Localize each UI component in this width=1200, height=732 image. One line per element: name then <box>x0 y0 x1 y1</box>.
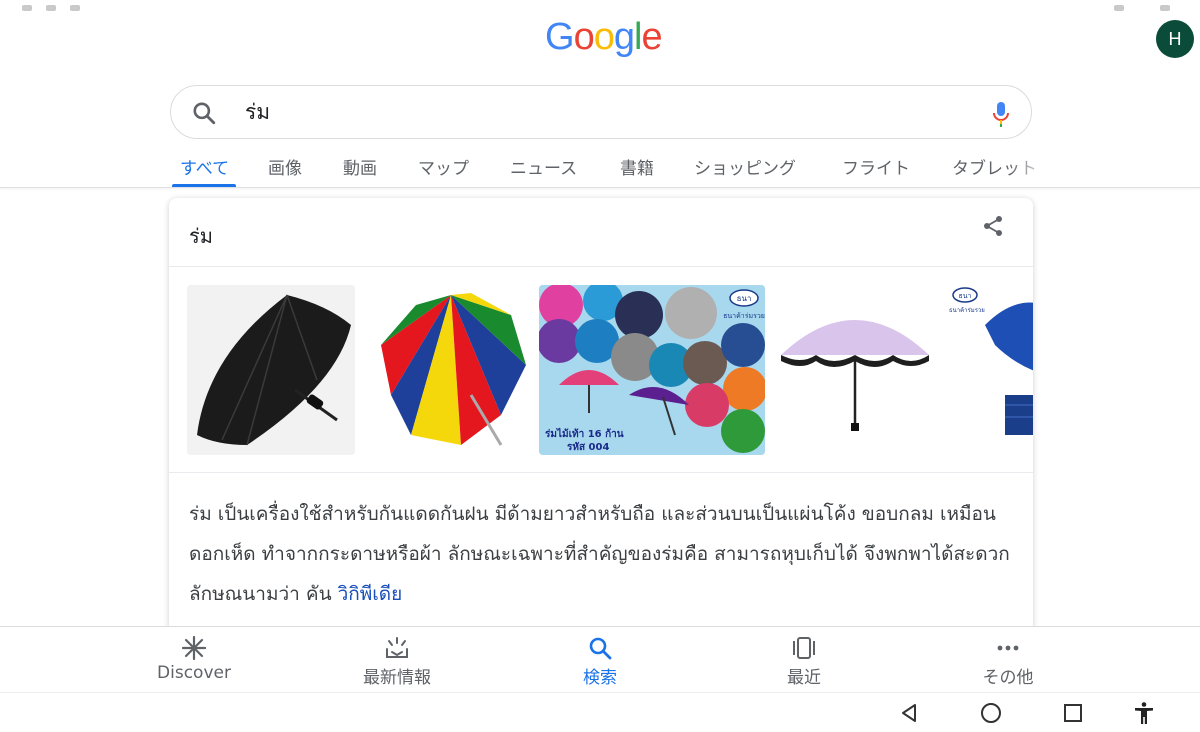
nav-updates[interactable]: 最新情報 <box>327 635 467 688</box>
wikipedia-source-link[interactable]: วิกิพีเดีย <box>338 583 403 605</box>
tabs-fade-overlay <box>1010 142 1050 186</box>
black-umbrella-image <box>187 285 355 455</box>
knowledge-panel-card: ร่ม ธนา ธนาค้าร่มรวย ร่มไม้เท้า 16 ก้าน … <box>169 198 1033 638</box>
lavender-umbrella-image <box>771 285 939 455</box>
nav-more[interactable]: その他 <box>938 635 1078 688</box>
collage-brand-sub: ธนาค้าร่มรวย <box>723 312 765 320</box>
logo-letter-e: e <box>641 16 662 58</box>
nav-search[interactable]: 検索 <box>530 635 670 688</box>
umbrella-image-1[interactable] <box>187 285 355 455</box>
home-icon[interactable] <box>979 701 1003 725</box>
nav-label-more: その他 <box>982 668 1034 688</box>
card-divider-middle <box>169 472 1033 473</box>
umbrella-image-5[interactable]: ธนา ธนาค้าร่มรวย <box>945 285 1033 455</box>
account-avatar[interactable]: H <box>1156 20 1194 58</box>
active-tab-indicator <box>172 184 236 187</box>
accessibility-icon[interactable] <box>1132 701 1156 725</box>
logo-letter-g1: G <box>545 16 575 58</box>
status-notification-icons <box>22 0 122 11</box>
recent-tabs-icon <box>793 637 815 659</box>
back-icon[interactable] <box>897 701 921 725</box>
blue-umbrella-image: ธนา ธนาค้าร่มรวย <box>945 285 1033 455</box>
more-dots-icon <box>997 645 1019 651</box>
blue-tile-brand-sub: ธนาค้าร่มรวย <box>949 307 985 314</box>
umbrella-image-3[interactable]: ธนา ธนาค้าร่มรวย ร่มไม้เท้า 16 ก้าน รหัส… <box>539 285 765 455</box>
system-navigation-bar <box>0 692 1200 732</box>
logo-letter-l: l <box>633 16 643 58</box>
collage-brand: ธนา <box>737 294 752 303</box>
bottom-navigation: Discover 最新情報 検索 最近 その他 <box>0 626 1200 692</box>
search-box[interactable] <box>170 85 1032 139</box>
tab-maps[interactable]: マップ <box>418 154 469 179</box>
nav-label-discover: Discover <box>157 663 231 683</box>
microphone-icon[interactable] <box>989 100 1013 128</box>
logo-letter-o2: o <box>593 16 615 58</box>
card-divider-top <box>169 266 1033 267</box>
umbrella-image-2[interactable] <box>361 285 533 455</box>
updates-icon <box>386 637 408 658</box>
tab-videos[interactable]: 動画 <box>343 154 377 179</box>
search-tabs: すべて 画像 動画 マップ ニュース 書籍 ショッピング フライト タブレット <box>0 142 1200 188</box>
nav-recent[interactable]: 最近 <box>734 635 874 688</box>
nav-label-recent: 最近 <box>787 668 821 688</box>
search-icon[interactable] <box>191 100 217 126</box>
share-icon[interactable] <box>981 214 1005 238</box>
rainbow-umbrella-image <box>361 285 533 455</box>
tab-books[interactable]: 書籍 <box>620 154 654 179</box>
search-icon <box>589 637 612 660</box>
nav-discover[interactable]: Discover <box>124 635 264 683</box>
tab-flights[interactable]: フライト <box>842 154 910 179</box>
status-system-icons <box>1078 0 1170 15</box>
overview-icon[interactable] <box>1061 701 1085 725</box>
card-title: ร่ม <box>189 224 213 248</box>
umbrella-image-4[interactable] <box>771 285 939 455</box>
collage-caption-line2: รหัส 004 <box>567 441 609 453</box>
tab-shopping[interactable]: ショッピング <box>694 154 796 179</box>
umbrella-collage-image: ธนา ธนาค้าร่มรวย ร่มไม้เท้า 16 ก้าน รหัส… <box>539 285 765 455</box>
asterisk-icon <box>181 635 207 661</box>
logo-letter-o1: o <box>573 16 595 58</box>
image-carousel[interactable]: ธนา ธนาค้าร่มรวย ร่มไม้เท้า 16 ก้าน รหัส… <box>187 285 1033 455</box>
knowledge-description: ร่ม เป็นเครื่องใช้สำหรับกันแดดกันฝน มีด้… <box>189 494 1019 614</box>
tab-all[interactable]: すべて <box>180 154 229 179</box>
nav-label-search: 検索 <box>583 668 617 688</box>
nav-label-updates: 最新情報 <box>363 668 431 688</box>
description-text: ร่ม เป็นเครื่องใช้สำหรับกันแดดกันฝน มีด้… <box>189 503 1010 605</box>
google-logo[interactable]: Google <box>545 16 663 59</box>
collage-caption-line1: ร่มไม้เท้า 16 ก้าน <box>545 427 624 440</box>
status-bar <box>0 0 1200 11</box>
logo-letter-g2: g <box>613 16 635 58</box>
tab-images[interactable]: 画像 <box>268 154 302 179</box>
search-input[interactable] <box>245 100 945 124</box>
tab-news[interactable]: ニュース <box>510 154 577 179</box>
blue-tile-brand: ธนา <box>959 292 972 300</box>
